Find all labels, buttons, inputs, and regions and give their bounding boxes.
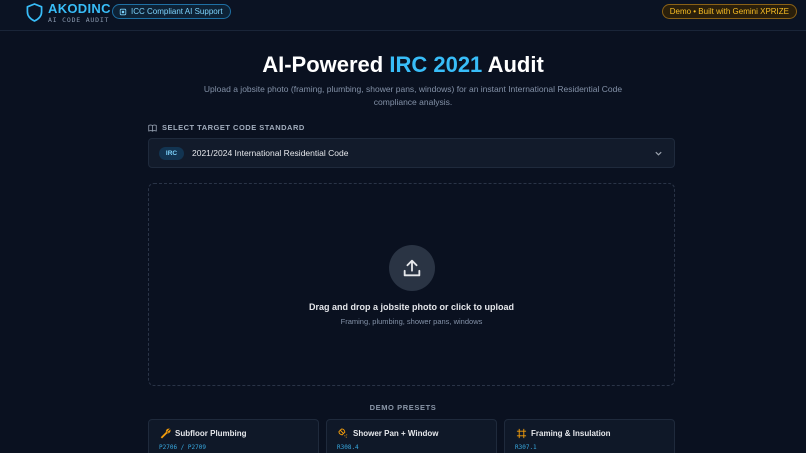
preset-code: R308.4 — [337, 444, 359, 451]
demo-badge: Demo • Built with Gemini XPRIZE — [661, 4, 797, 19]
brand-name: AKODINC — [48, 1, 111, 16]
preset-title: Subfloor Plumbing — [175, 429, 247, 438]
title-prefix: AI-Powered — [262, 52, 390, 77]
preset-card-framing-insulation[interactable]: Framing & Insulation R307.1 — [504, 419, 675, 453]
icc-badge-label: ICC Compliant AI Support — [131, 7, 223, 16]
shield-logo-icon — [26, 3, 43, 22]
preset-title: Framing & Insulation — [531, 429, 611, 438]
selected-code-standard: 2021/2024 International Residential Code — [192, 148, 349, 158]
preset-code: R307.1 — [515, 444, 537, 451]
dropzone-title: Drag and drop a jobsite photo or click t… — [308, 302, 514, 312]
irc-badge: IRC — [159, 147, 184, 160]
page-subtitle: Upload a jobsite photo (framing, plumbin… — [203, 84, 623, 107]
chevron-down-icon — [655, 151, 662, 156]
preset-card-shower-pan-window[interactable]: Shower Pan + Window R308.4 — [326, 419, 497, 453]
icc-compliant-badge: ICC Compliant AI Support — [112, 4, 231, 19]
page-title: AI-Powered IRC 2021 Audit — [0, 52, 806, 78]
code-standard-label-text: SELECT TARGET CODE STANDARD — [162, 123, 305, 132]
demo-presets-label: DEMO PRESETS — [369, 403, 437, 412]
upload-button[interactable] — [389, 245, 435, 291]
top-header: AKODINC AI CODE AUDIT ICC Compliant AI S… — [0, 0, 806, 31]
book-icon — [148, 124, 157, 132]
title-accent: IRC 2021 — [389, 52, 483, 77]
dropzone-subtitle: Framing, plumbing, shower pans, windows — [340, 317, 483, 326]
frame-icon — [516, 428, 527, 439]
photo-upload-dropzone[interactable]: Drag and drop a jobsite photo or click t… — [148, 183, 675, 386]
code-standard-select[interactable]: IRC 2021/2024 International Residential … — [148, 138, 675, 168]
code-standard-label: SELECT TARGET CODE STANDARD — [148, 123, 305, 132]
brand-subtitle: AI CODE AUDIT — [48, 16, 110, 24]
shower-icon — [338, 428, 348, 438]
wrench-icon — [160, 428, 171, 439]
chip-icon — [119, 8, 127, 15]
preset-card-subfloor-plumbing[interactable]: Subfloor Plumbing P2706 / P2709 — [148, 419, 319, 453]
upload-icon — [403, 259, 421, 277]
title-suffix: Audit — [482, 52, 544, 77]
preset-title: Shower Pan + Window — [353, 429, 439, 438]
preset-code: P2706 / P2709 — [159, 444, 206, 451]
